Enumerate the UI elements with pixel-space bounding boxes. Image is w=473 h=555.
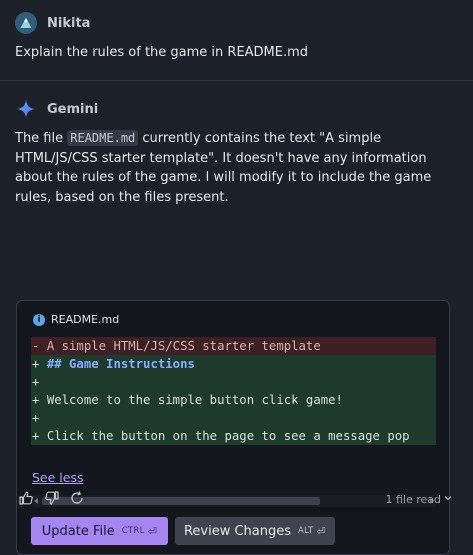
see-less-link[interactable]: See less [32, 470, 83, 485]
review-changes-button[interactable]: Review Changes ALT ⏎ [175, 517, 335, 545]
diff-header: i README.md [33, 313, 119, 326]
diff-line-added: + Click the button on the page to see a … [31, 427, 436, 445]
update-shortcut-hint: CTRL ⏎ [122, 525, 158, 538]
assistant-text-start: The file [15, 131, 68, 146]
thumbs-down-button[interactable] [43, 489, 61, 507]
info-icon: i [33, 313, 45, 326]
review-shortcut-key: ALT [298, 526, 314, 536]
chevron-down-icon[interactable] [443, 493, 453, 503]
update-shortcut-key: CTRL [121, 526, 145, 536]
user-message-header: Nikita [15, 12, 90, 34]
diff-file-name: README.md [51, 313, 120, 326]
assistant-message-text: The file README.md currently contains th… [15, 129, 455, 207]
message-divider [0, 80, 473, 81]
inline-code-filename: README.md [67, 130, 139, 146]
thumbs-up-button[interactable] [17, 489, 35, 507]
thumbs-down-icon [45, 491, 59, 505]
diff-line-added: + [31, 409, 436, 427]
user-message-text: Explain the rules of the game in README.… [15, 45, 309, 60]
files-read-toggle[interactable]: 1 file read [385, 493, 441, 506]
enter-key-icon: ⏎ [147, 524, 158, 538]
update-file-button[interactable]: Update File CTRL ⏎ [31, 517, 168, 545]
review-shortcut-hint: ALT ⏎ [298, 525, 326, 538]
user-name: Nikita [47, 15, 91, 31]
diff-line-text: A simple HTML/JS/CSS starter template [46, 339, 321, 353]
diff-line-prefix: + [32, 357, 47, 371]
assistant-message-header: Gemini [15, 98, 98, 120]
file-diff-card: i README.md - A simple HTML/JS/CSS start… [16, 300, 450, 555]
gemini-avatar [15, 98, 37, 120]
gemini-sparkle-icon [17, 100, 35, 118]
diff-line-prefix: - [32, 339, 47, 353]
diff-line-added: + [31, 373, 436, 391]
mountain-icon [20, 18, 32, 28]
diff-line-prefix: + [32, 411, 40, 425]
diff-line-added: + ## Game Instructions [31, 355, 436, 373]
enter-key-icon: ⏎ [316, 524, 327, 538]
diff-lines: - A simple HTML/JS/CSS starter template +… [31, 337, 436, 445]
message-actions: 1 file read [0, 484, 473, 514]
diff-line-text: Click the button on the page to see a me… [46, 429, 410, 443]
diff-line-deleted: - A simple HTML/JS/CSS starter template [31, 337, 436, 355]
diff-line-text: ## Game Instructions [46, 357, 195, 371]
review-changes-label: Review Changes [183, 523, 292, 539]
user-avatar [15, 12, 37, 34]
user-message: Nikita Explain the rules of the game in … [0, 0, 473, 80]
diff-line-prefix: + [32, 393, 47, 407]
assistant-name: Gemini [47, 101, 99, 117]
diff-line-text: Welcome to the simple button click game! [46, 393, 343, 407]
regenerate-button[interactable] [68, 489, 86, 507]
diff-line-prefix: + [32, 429, 47, 443]
thumbs-up-icon [19, 491, 33, 505]
diff-line-added: + Welcome to the simple button click gam… [31, 391, 436, 409]
diff-line-prefix: + [32, 375, 40, 389]
refresh-icon [71, 491, 83, 504]
update-file-label: Update File [41, 523, 115, 539]
